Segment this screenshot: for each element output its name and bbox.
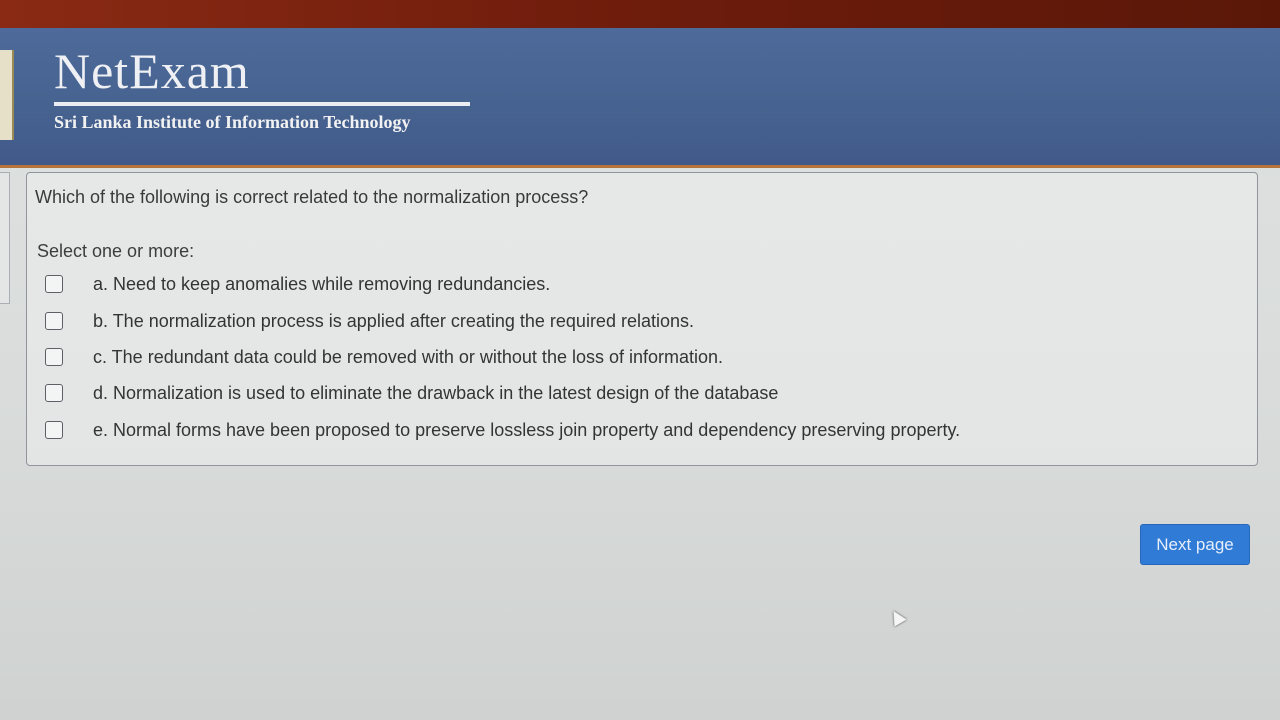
brand-title: NetExam	[54, 43, 250, 99]
checkbox-a[interactable]	[45, 275, 63, 293]
answer-option-a[interactable]: a. Need to keep anomalies while removing…	[45, 273, 1225, 295]
checkbox-c[interactable]	[45, 348, 63, 366]
question-panel: Which of the following is correct relate…	[26, 172, 1258, 466]
checkbox-d[interactable]	[45, 384, 63, 402]
answer-option-e[interactable]: e. Normal forms have been proposed to pr…	[45, 419, 1225, 441]
checkbox-e[interactable]	[45, 421, 63, 439]
mouse-cursor-icon	[887, 607, 907, 627]
option-label-b: b. The normalization process is applied …	[93, 310, 694, 331]
option-label-c: c. The redundant data could be removed w…	[93, 346, 724, 367]
checkbox-b[interactable]	[45, 312, 63, 330]
option-label-e: e. Normal forms have been proposed to pr…	[93, 419, 961, 440]
option-label-d: d. Normalization is used to eliminate th…	[93, 382, 779, 403]
question-text: Which of the following is correct relate…	[35, 187, 589, 207]
answer-option-c[interactable]: c. The redundant data could be removed w…	[45, 346, 1225, 368]
brand-divider	[54, 102, 470, 106]
top-accent-strip	[0, 0, 1280, 30]
next-page-button[interactable]: Next page	[1140, 524, 1250, 565]
answer-option-b[interactable]: b. The normalization process is applied …	[45, 310, 1225, 332]
university-crest-icon	[0, 50, 14, 140]
site-header: NetExam Sri Lanka Institute of Informati…	[0, 28, 1280, 168]
brand-subtitle: Sri Lanka Institute of Information Techn…	[54, 112, 411, 132]
answer-option-d[interactable]: d. Normalization is used to eliminate th…	[45, 382, 1225, 404]
select-prompt: Select one or more:	[37, 241, 195, 261]
option-label-a: a. Need to keep anomalies while removing…	[93, 273, 551, 294]
question-info-tab	[0, 172, 10, 304]
